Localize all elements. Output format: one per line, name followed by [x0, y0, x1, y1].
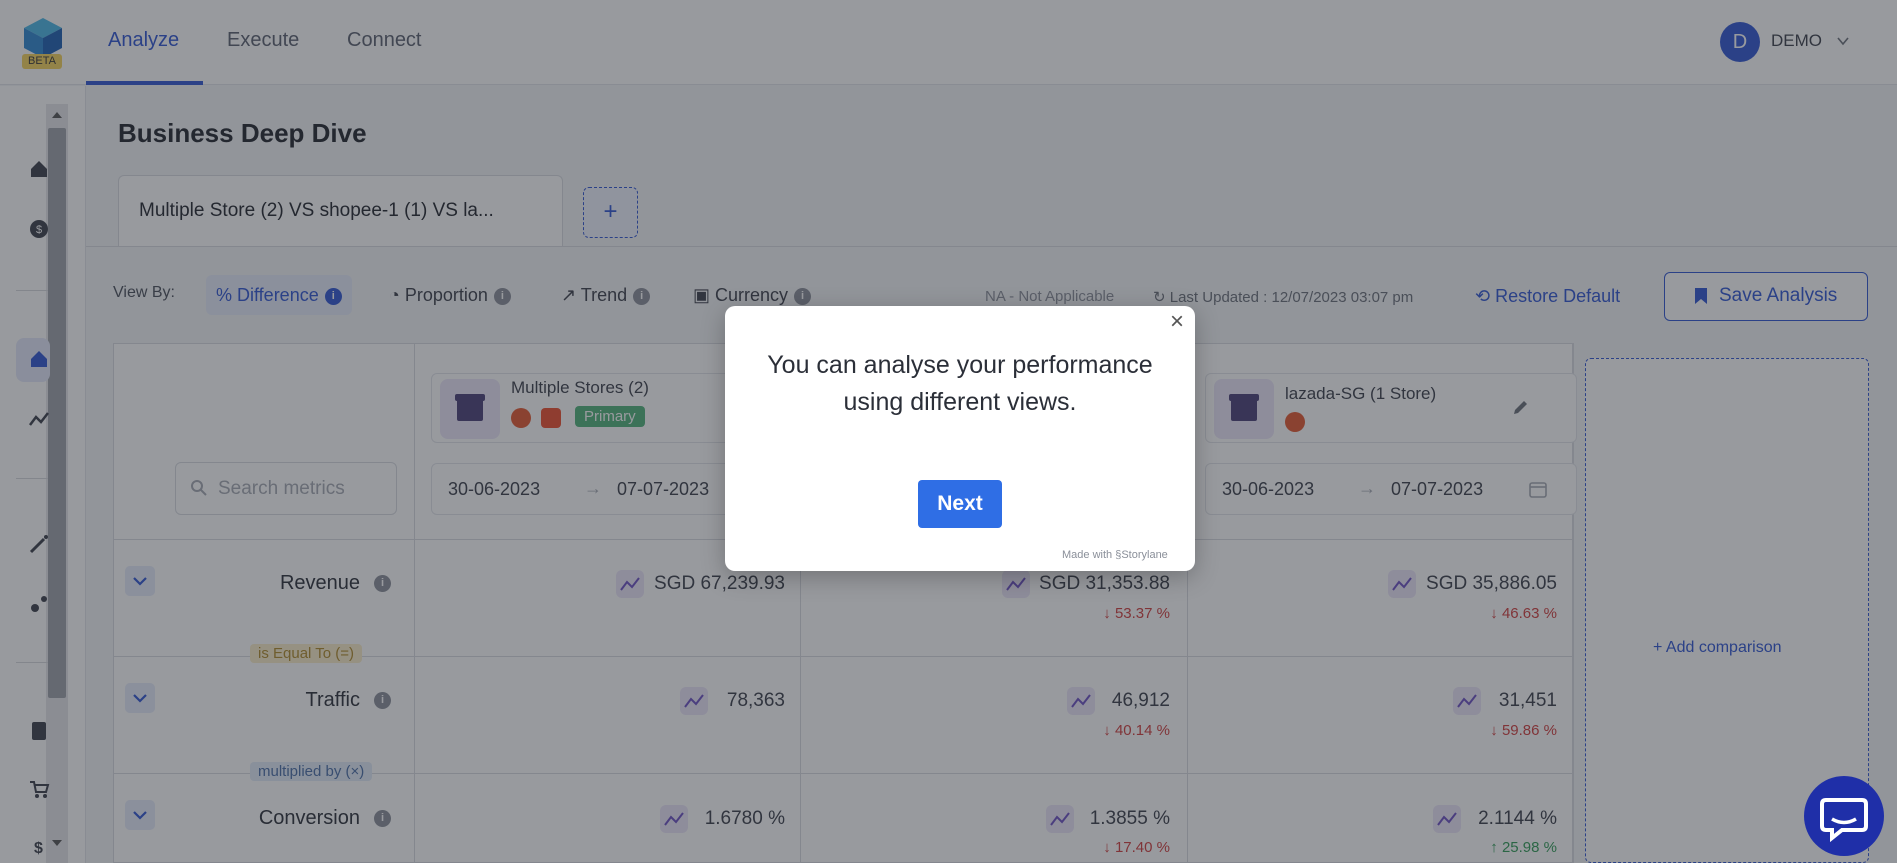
tour-modal	[725, 306, 1195, 571]
made-with-label: Made with	[1062, 549, 1113, 561]
made-with-credit[interactable]: Made with §Storylane	[1062, 549, 1168, 561]
brand-name: Storylane	[1121, 549, 1168, 561]
chat-bubble-icon	[1820, 798, 1868, 843]
next-button[interactable]: Next	[918, 480, 1002, 528]
tour-message: You can analyse your performance using d…	[767, 351, 1153, 416]
chat-widget-button[interactable]	[1804, 776, 1884, 856]
close-icon[interactable]: ×	[1166, 310, 1188, 334]
